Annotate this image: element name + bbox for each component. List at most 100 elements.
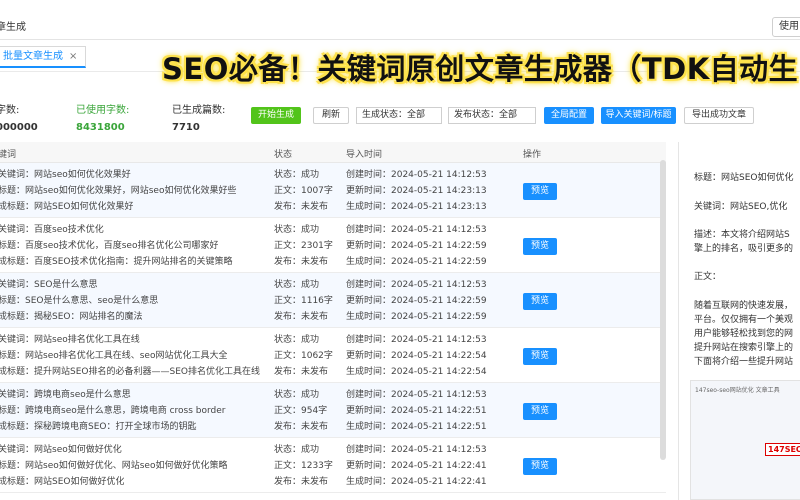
row-word-count: 正文：1062字: [274, 351, 333, 361]
preview-button[interactable]: 预览: [523, 348, 557, 365]
row-publish-status: 发布：未发布: [274, 202, 329, 212]
row-publish-status: 发布：未发布: [274, 477, 329, 487]
preview-body-line: 下面将介绍一些提升网站: [694, 357, 794, 367]
stat-value: 8431800: [76, 122, 125, 133]
preview-body-line: 提升网站在搜索引擎上的: [694, 343, 794, 353]
row-generated-title: 成标题：提升网站SEO排名的必备利器——SEO排名优化工具在线: [0, 367, 260, 377]
row-generated-title: 成标题：揭秘SEO：网站排名的魔法: [0, 312, 143, 322]
row-updated-time: 更新时间：2024-05-21 14:22:41: [346, 461, 487, 471]
preview-desc-line: 描述：本文将介绍网站S: [694, 230, 790, 240]
row-generated-time: 生成时间：2024-05-21 14:22:41: [346, 477, 487, 487]
row-generated-time: 生成时间：2024-05-21 14:22:51: [346, 422, 487, 432]
row-updated-time: 更新时间：2024-05-21 14:23:13: [346, 186, 487, 196]
tab-batch-article-generation[interactable]: 批量文章生成 ×: [0, 46, 87, 68]
row-created-time: 创建时间：2024-05-21 14:12:53: [346, 280, 487, 290]
row-title: 标题：百度seo技术优化，百度seo排名优化公司哪家好: [0, 241, 219, 251]
preview-keywords: 关键词：网站SEO,优化: [694, 202, 788, 212]
row-generated-time: 生成时间：2024-05-21 14:22:54: [346, 367, 487, 377]
row-word-count: 正文：954字: [274, 406, 328, 416]
article-table: 键词 状态 导入时间 操作 关键词：网站seo如何优化效果好标题：网站seo如何…: [0, 142, 666, 500]
row-updated-time: 更新时间：2024-05-21 14:22:51: [346, 406, 487, 416]
header-status: 状态: [274, 150, 293, 160]
row-word-count: 正文：1116字: [274, 296, 333, 306]
row-status: 状态：成功: [274, 170, 320, 180]
preview-body-label: 正文：: [694, 272, 722, 282]
row-title: 标题：网站seo如何优化效果好，网站seo如何优化效果好些: [0, 186, 237, 196]
row-keyword: 关键词：跨境电商seo是什么意思: [0, 390, 131, 400]
table-header: 键词 状态 导入时间 操作: [0, 142, 666, 163]
row-title: 标题：网站seo排名优化工具在线、seo网站优化工具大全: [0, 351, 228, 361]
stat-used-words: 已使用字数: 8431800: [76, 101, 129, 133]
row-publish-status: 发布：未发布: [274, 257, 329, 267]
preview-body-line: 用户能够轻松找到您的网: [694, 329, 794, 339]
row-publish-status: 发布：未发布: [274, 312, 329, 322]
preview-button[interactable]: 预览: [523, 238, 557, 255]
top-menu-button[interactable]: 使用: [772, 17, 800, 37]
preview-screenshot-thumbnail: 147seo-seo网站优化 文章工具 147SEO官: [690, 380, 800, 500]
export-articles-button[interactable]: 导出成功文章: [684, 107, 754, 124]
row-word-count: 正文：2301字: [274, 241, 333, 251]
header-action: 操作: [523, 150, 542, 160]
publish-status-select[interactable]: 发布状态：全部: [448, 107, 536, 124]
preview-button[interactable]: 预览: [523, 183, 557, 200]
row-keyword: 关键词：网站seo排名优化工具在线: [0, 335, 140, 345]
row-generated-title: 成标题：百度SEO技术优化指南：提升网站排名的关键策略: [0, 257, 233, 267]
header-keyword: 键词: [0, 150, 17, 160]
import-keywords-button[interactable]: 导入关键词/标题: [601, 107, 676, 124]
preview-body-line: 平台。仅仅拥有一个美观: [694, 315, 794, 325]
row-created-time: 创建时间：2024-05-21 14:12:53: [346, 335, 487, 345]
stat-label: 已使用字数:: [76, 105, 130, 116]
row-status: 状态：成功: [274, 390, 320, 400]
row-generated-time: 生成时间：2024-05-21 14:22:59: [346, 257, 487, 267]
preview-desc-line: 擎上的排名，吸引更多的: [694, 244, 794, 254]
table-row[interactable]: 关键词：网站seo如何优化效果好标题：网站seo如何优化效果好，网站seo如何优…: [0, 163, 666, 218]
tab-label: 批量文章生成: [3, 51, 63, 62]
row-created-time: 创建时间：2024-05-21 14:12:53: [346, 225, 487, 235]
generation-status-select[interactable]: 生成状态：全部: [356, 107, 442, 124]
preview-body-line: 随着互联网的快速发展，: [694, 301, 794, 311]
row-created-time: 创建时间：2024-05-21 14:12:53: [346, 170, 487, 180]
row-generated-time: 生成时间：2024-05-21 14:22:59: [346, 312, 487, 322]
preview-title: 标题：网站SEO如何优化: [694, 173, 794, 183]
row-keyword: 关键词：网站seo如何优化效果好: [0, 170, 131, 180]
top-bar: 章生成 使用: [0, 0, 800, 40]
row-word-count: 正文：1007字: [274, 186, 333, 196]
stat-label: 字数:: [0, 105, 20, 116]
row-status: 状态：成功: [274, 445, 320, 455]
row-status: 状态：成功: [274, 335, 320, 345]
row-updated-time: 更新时间：2024-05-21 14:22:59: [346, 296, 487, 306]
table-row[interactable]: 关键词：跨境电商seo是什么意思标题：跨境电商seo是什么意思，跨境电商 cro…: [0, 383, 666, 438]
row-keyword: 关键词：百度seo技术优化: [0, 225, 104, 235]
row-word-count: 正文：1233字: [274, 461, 333, 471]
row-status: 状态：成功: [274, 280, 320, 290]
stat-value: 000000: [0, 122, 38, 133]
start-generate-button[interactable]: 开始生成: [251, 107, 301, 124]
row-status: 状态：成功: [274, 225, 320, 235]
thumbnail-title: 147seo-seo网站优化 文章工具: [695, 387, 780, 394]
row-title: 标题：跨境电商seo是什么意思，跨境电商 cross border: [0, 406, 226, 416]
row-generated-title: 成标题：探秘跨境电商SEO：打开全球市场的钥匙: [0, 422, 197, 432]
header-import-time: 导入时间: [346, 150, 383, 160]
row-generated-title: 成标题：网站SEO如何做好优化: [0, 477, 125, 487]
row-keyword: 关键词：SEO是什么意思: [0, 280, 98, 290]
preview-button[interactable]: 预览: [523, 458, 557, 475]
table-row[interactable]: 关键词：SEO是什么意思 标题：SEO是什么意思、seo是什么意思 成标题：揭秘SE…: [0, 273, 666, 328]
promo-banner: SEO必备！关键词原创文章生成器（TDK自动生: [162, 52, 799, 86]
table-row[interactable]: 关键词：网站seo排名优化工具在线标题：网站seo排名优化工具在线、seo网站优…: [0, 328, 666, 383]
stat-value: 7710: [172, 122, 200, 133]
preview-button[interactable]: 预览: [523, 293, 557, 310]
refresh-button[interactable]: 刷新: [313, 107, 349, 124]
table-scrollbar[interactable]: [660, 160, 666, 460]
row-updated-time: 更新时间：2024-05-21 14:22:54: [346, 351, 487, 361]
stat-label: 已生成篇数:: [172, 105, 226, 116]
row-updated-time: 更新时间：2024-05-21 14:22:59: [346, 241, 487, 251]
global-config-button[interactable]: 全局配置: [544, 107, 594, 124]
app-title: 章生成: [0, 22, 26, 33]
row-publish-status: 发布：未发布: [274, 367, 329, 377]
table-row[interactable]: 关键词：百度seo技术优化标题：百度seo技术优化，百度seo排名优化公司哪家好…: [0, 218, 666, 273]
row-created-time: 创建时间：2024-05-21 14:12:53: [346, 390, 487, 400]
close-icon[interactable]: ×: [69, 51, 77, 62]
preview-button[interactable]: 预览: [523, 403, 557, 420]
table-row[interactable]: 关键词：网站seo如何做好优化 标题：网站seo如何做好优化、网站seo如何做好优…: [0, 438, 666, 493]
row-keyword: 关键词：网站seo如何做好优化: [0, 445, 122, 455]
